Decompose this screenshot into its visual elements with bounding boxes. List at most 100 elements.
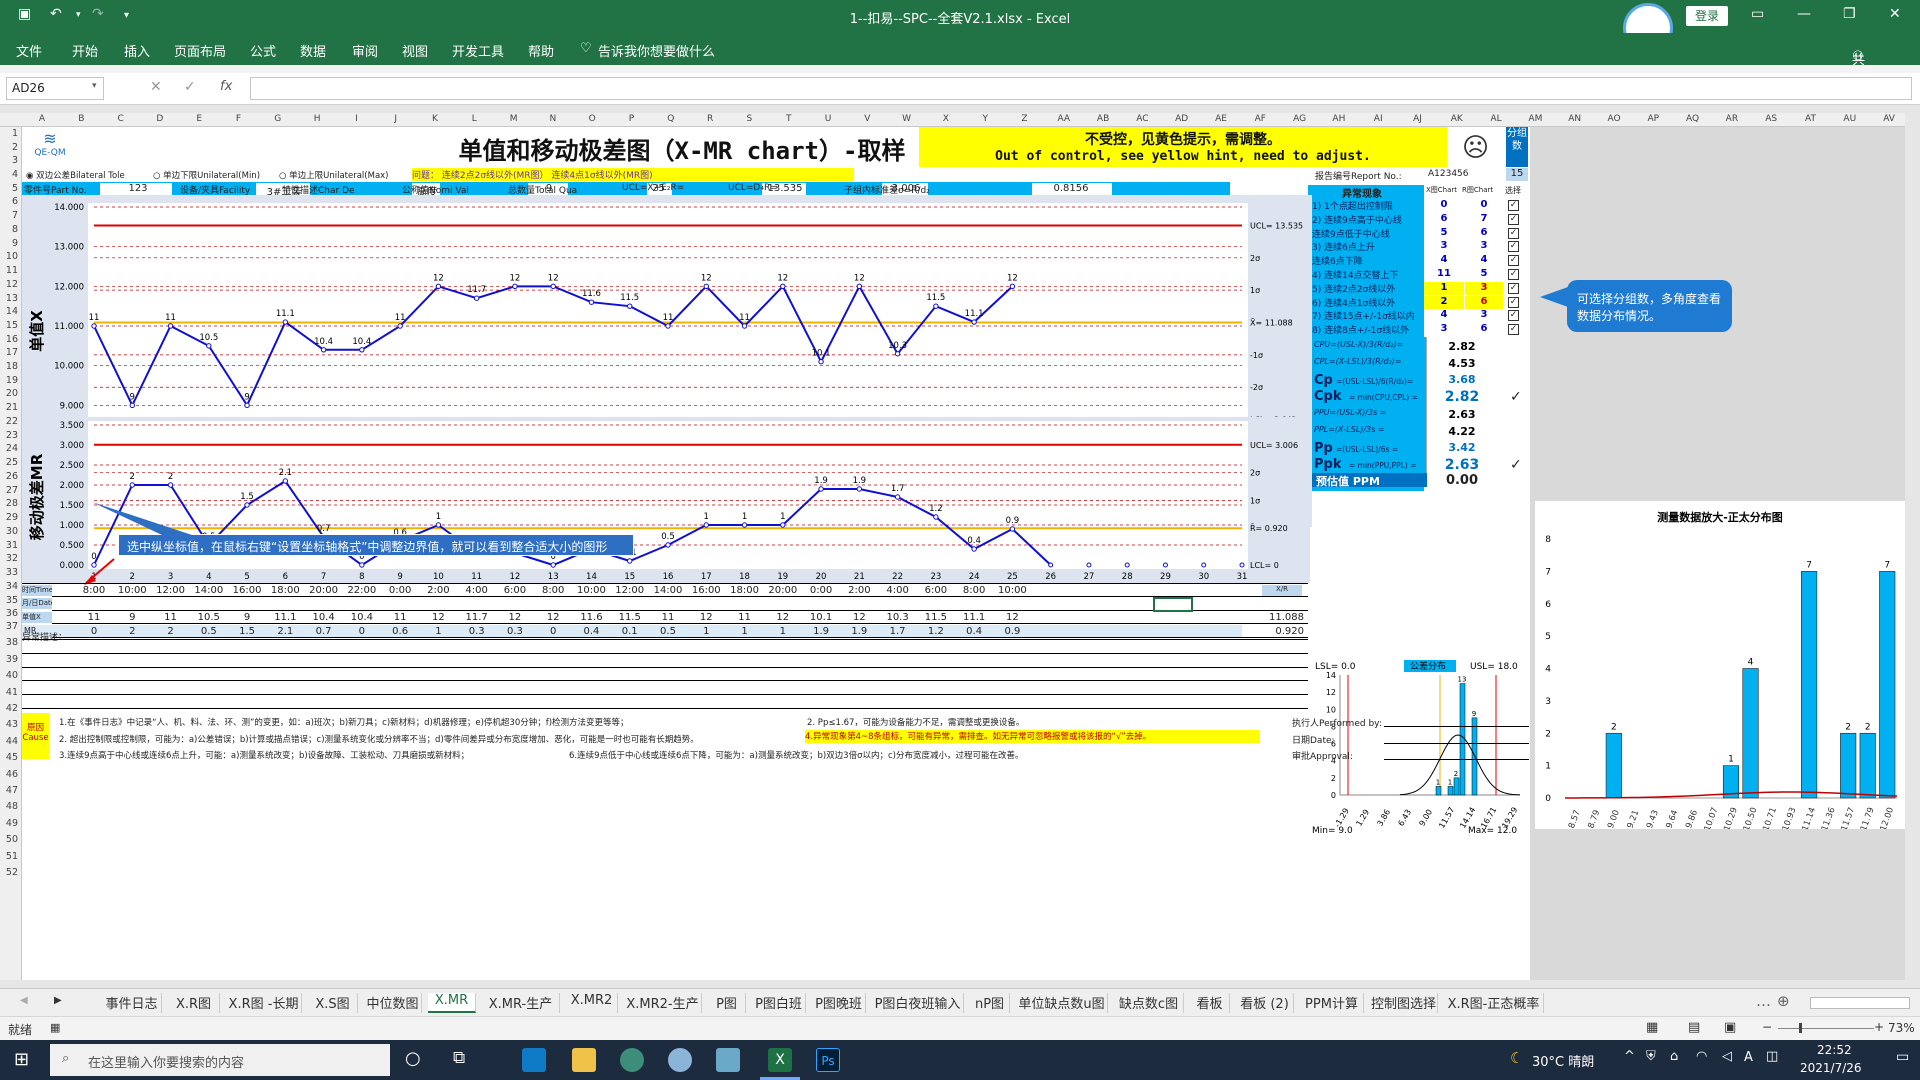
sheet-tab[interactable]: PPM计算 [1300, 993, 1364, 1013]
tell-me-search[interactable]: 告诉我你想要做什么 [598, 41, 715, 60]
tab-page-layout[interactable]: 页面布局 [174, 41, 226, 60]
time-cell[interactable]: 8:00 [958, 585, 990, 596]
sheet-tab[interactable]: 单位缺点数u图 [1016, 993, 1108, 1013]
ribbon-display-icon[interactable]: ▭ [1751, 6, 1764, 22]
x-value-cell[interactable]: 11 [384, 612, 416, 623]
x-value-cell[interactable]: 12 [537, 612, 569, 623]
clock-time[interactable]: 22:52 [1817, 1043, 1852, 1057]
mr-value-cell[interactable]: 1.9 [843, 626, 875, 637]
x-value-cell[interactable]: 10.3 [882, 612, 914, 623]
mr-value-cell[interactable]: 0 [346, 626, 378, 637]
formula-input[interactable] [250, 77, 1912, 100]
x-value-cell[interactable]: 11.6 [575, 612, 607, 623]
row-header-18[interactable]: 18 [6, 361, 18, 372]
column-header-T[interactable]: T [774, 114, 804, 124]
app-icon-1[interactable] [620, 1048, 644, 1072]
sheet-tab[interactable]: 缺点数c图 [1114, 993, 1184, 1013]
column-header-O[interactable]: O [577, 114, 607, 124]
tab-developer[interactable]: 开发工具 [452, 41, 504, 60]
column-header-S[interactable]: S [734, 114, 764, 124]
zoom-in-icon[interactable]: + [1874, 1020, 1884, 1034]
column-header-V[interactable]: V [852, 114, 882, 124]
taskbar-search[interactable]: ⌕ 在这里输入你要搜索的内容 [50, 1044, 390, 1076]
windows-start-icon[interactable]: ⊞ [14, 1049, 29, 1070]
row-header-30[interactable]: 30 [6, 526, 18, 537]
mr-value-cell[interactable]: 0 [537, 626, 569, 637]
volume-icon[interactable]: ◁ [1722, 1049, 1732, 1064]
row-header-51[interactable]: 51 [6, 851, 18, 862]
row-header-6[interactable]: 6 [12, 196, 18, 207]
ime-indicator[interactable]: A [1744, 1050, 1753, 1065]
zoom-level[interactable]: 73% [1888, 1021, 1915, 1035]
row-header-16[interactable]: 16 [6, 334, 18, 345]
row-header-7[interactable]: 7 [12, 210, 18, 221]
column-header-AI[interactable]: AI [1363, 114, 1393, 124]
column-header-L[interactable]: L [459, 114, 489, 124]
sheet-tab[interactable]: X.MR-生产 [482, 993, 560, 1013]
column-header-Q[interactable]: Q [656, 114, 686, 124]
abnormal-checkbox[interactable]: ✓ [1508, 227, 1519, 239]
x-value-cell[interactable]: 11.5 [614, 612, 646, 623]
notifications-icon[interactable]: ▭ [1896, 1049, 1909, 1065]
x-value-cell[interactable]: 12 [996, 612, 1028, 623]
time-cell[interactable]: 12:00 [614, 585, 646, 596]
row-header-40[interactable]: 40 [6, 670, 18, 681]
close-icon[interactable]: ✕ [1889, 6, 1901, 22]
enter-icon[interactable]: ✓ [184, 79, 196, 95]
sheet-tab[interactable]: 看板 [1190, 993, 1230, 1013]
zoom-slider-thumb[interactable] [1799, 1023, 1802, 1033]
row-header-9[interactable]: 9 [12, 238, 18, 249]
row-header-50[interactable]: 50 [6, 834, 18, 845]
name-box-dropdown-icon[interactable]: ▾ [92, 81, 97, 91]
abnormal-checkbox[interactable]: ✓ [1508, 296, 1519, 308]
x-value-cell[interactable]: 11 [729, 612, 761, 623]
group-count-value[interactable]: 15 [1506, 168, 1528, 181]
sheet-tab[interactable]: P图 [708, 993, 746, 1013]
row-header-3[interactable]: 3 [12, 155, 18, 166]
mr-value-cell[interactable]: 0.7 [308, 626, 340, 637]
column-header-AQ[interactable]: AQ [1678, 114, 1708, 124]
column-header-K[interactable]: K [420, 114, 450, 124]
more-tabs-icon[interactable]: … [1756, 992, 1771, 1010]
app-icon-3[interactable] [716, 1048, 740, 1072]
radio-bilateral[interactable]: ◉ 双边公差Bilateral Tole [26, 169, 125, 181]
photoshop-icon[interactable]: Ps [816, 1048, 840, 1072]
x-value-cell[interactable]: 10.5 [193, 612, 225, 623]
info-value-sigma[interactable]: 0.8156 [1032, 183, 1110, 194]
row-header-17[interactable]: 17 [6, 347, 18, 358]
time-cell[interactable]: 10:00 [996, 585, 1028, 596]
row-header-35[interactable]: 35 [6, 595, 18, 606]
row-header-43[interactable]: 43 [6, 719, 18, 730]
row-header-10[interactable]: 10 [6, 251, 18, 262]
time-cell[interactable]: 0:00 [384, 585, 416, 596]
time-cell[interactable]: 18:00 [269, 585, 301, 596]
radio-unilateral-max[interactable]: ○ 单边上限Unilateral(Max) [279, 169, 389, 181]
mr-value-cell[interactable]: 1 [767, 626, 799, 637]
row-header-48[interactable]: 48 [6, 801, 18, 812]
row-header-11[interactable]: 11 [6, 265, 18, 276]
info-value-part_no[interactable]: 123 [104, 183, 172, 194]
abnormal-checkbox[interactable]: ✓ [1508, 200, 1519, 211]
edge-icon[interactable] [522, 1048, 546, 1072]
column-header-AD[interactable]: AD [1167, 114, 1197, 124]
column-header-C[interactable]: C [106, 114, 136, 124]
column-header-AK[interactable]: AK [1442, 114, 1472, 124]
minimize-icon[interactable]: — [1797, 6, 1811, 22]
row-header-34[interactable]: 34 [6, 581, 18, 592]
mr-value-cell[interactable]: 1.5 [231, 626, 263, 637]
mr-value-cell[interactable]: 0.1 [614, 626, 646, 637]
mr-value-cell[interactable]: 0.4 [575, 626, 607, 637]
row-header-21[interactable]: 21 [6, 402, 18, 413]
mr-value-cell[interactable]: 0.4 [958, 626, 990, 637]
row-header-38[interactable]: 38 [6, 637, 18, 648]
abnormal-checkbox[interactable]: ✓ [1508, 324, 1519, 336]
worksheet[interactable]: ≋ QE-QM 单值和移动极差图（X-MR chart）-取样 不受控，见黄色提示… [22, 127, 1905, 980]
mr-value-cell[interactable]: 2 [155, 626, 187, 637]
sheet-tab[interactable]: P图晚班 [812, 993, 866, 1013]
x-value-cell[interactable]: 10.1 [805, 612, 837, 623]
column-header-W[interactable]: W [892, 114, 922, 124]
time-cell[interactable]: 16:00 [231, 585, 263, 596]
time-cell[interactable]: 10:00 [116, 585, 148, 596]
mr-value-cell[interactable]: 1 [729, 626, 761, 637]
login-button[interactable]: 登录 [1686, 6, 1728, 26]
